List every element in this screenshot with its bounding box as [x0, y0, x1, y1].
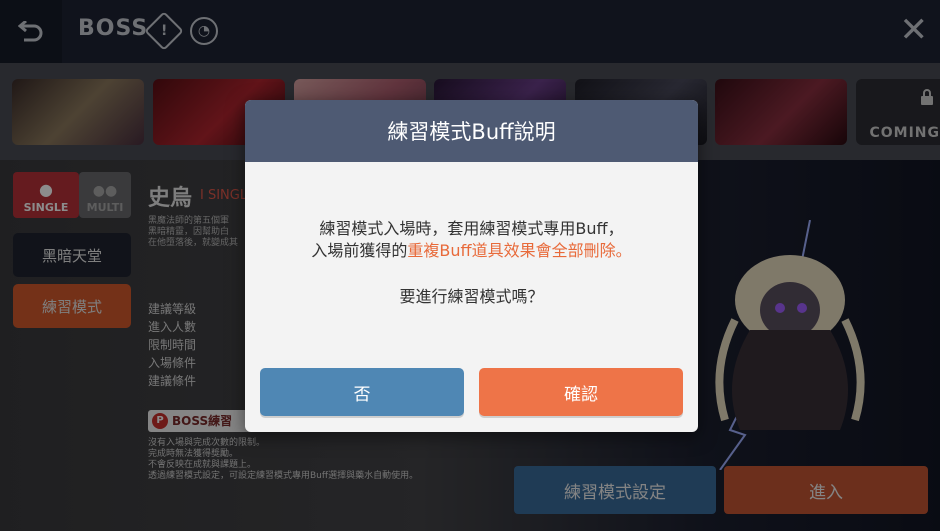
no-button[interactable]: 否	[260, 368, 464, 416]
dialog-message-line2: 入場前獲得的重複Buff道具效果會全部刪除。	[245, 240, 698, 262]
dialog-question: 要進行練習模式嗎？	[399, 287, 544, 306]
dialog-message-highlight: 重複Buff道具效果會全部刪除。	[407, 241, 632, 260]
dialog-title: 練習模式Buff說明	[245, 100, 698, 162]
dialog-message: 練習模式入場時，套用練習模式專用Buff， 入場前獲得的重複Buff道具效果會全…	[245, 218, 698, 262]
dialog-message-line1: 練習模式入場時，套用練習模式專用Buff，	[319, 219, 624, 238]
confirm-button[interactable]: 確認	[479, 368, 683, 416]
dialog-message-plain: 入場前獲得的	[311, 241, 408, 260]
practice-buff-dialog: 練習模式Buff說明 練習模式入場時，套用練習模式專用Buff， 入場前獲得的重…	[245, 100, 698, 432]
